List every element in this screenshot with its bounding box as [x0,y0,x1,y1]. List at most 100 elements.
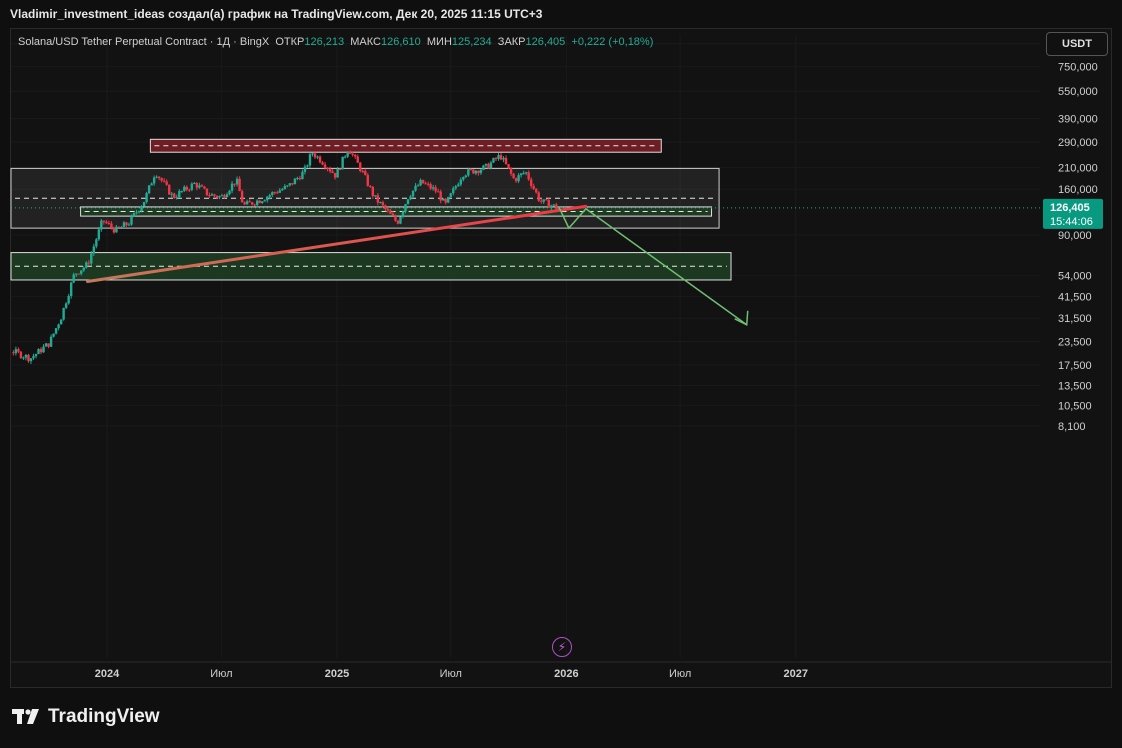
candle-body [361,170,364,172]
candle-body [82,267,85,271]
candle-body [535,188,538,193]
candle-body [401,211,405,217]
close-value: 126,405 [525,36,566,48]
candle-body [288,183,292,186]
candle-body [233,183,236,185]
candle-body [87,262,90,264]
candle-body [253,204,256,206]
candle-body [394,215,397,221]
candle-body [173,193,176,198]
candle-body [271,192,274,196]
candle-body [296,177,299,179]
x-tick-label: Июл [210,668,232,680]
candle-body [374,195,377,197]
candle-body [462,176,465,180]
candle-body [273,192,276,194]
candle-body [75,273,78,275]
candle-body [371,186,375,197]
y-tick-label: 550,000 [1058,86,1098,98]
candle-body [336,168,339,178]
y-tick-label: 23,500 [1058,336,1092,348]
candle-body [519,173,523,176]
candle-body [97,229,101,240]
candle-body [429,184,432,189]
candle-body [547,200,550,208]
candle-body [59,319,63,325]
candle-body [203,186,206,189]
candle-body [472,169,475,174]
candle-body [92,246,96,254]
candle-body [125,222,128,225]
countdown-timer: 15:44:06 [1050,216,1093,228]
candle-body [145,193,148,202]
candle-body [346,151,349,157]
y-tick-label: 17,500 [1058,360,1092,372]
candle-body [497,155,500,159]
candle-body [215,195,219,198]
brand-name: TradingView [48,706,160,727]
candle-body [286,185,289,187]
candle-body [19,351,23,358]
high-label: МАКС [350,36,381,48]
lightning-icon[interactable]: ⚡ [552,637,572,657]
candle-body [263,200,266,202]
candle-body [250,202,254,205]
candle-body [105,221,108,223]
candle-body [225,194,229,198]
ohlc-legend: Solana/USD Tether Perpetual Contract · 1… [18,36,653,48]
change-value: +0,222 (+0,18%) [571,36,654,48]
price-chart[interactable]: 70,59926,009126,40515:44:06 1000,000750,… [0,0,1122,748]
candle-body [386,209,390,211]
candle-body [17,349,20,352]
candle-body [157,176,161,179]
candle-body [311,153,314,155]
candle-body [54,328,58,334]
candle-body [449,193,452,198]
candle-body [205,188,209,196]
y-tick-label: 750,000 [1058,62,1098,74]
tradingview-logo[interactable]: TradingView [12,706,160,728]
candle-body [198,185,201,188]
candle-body [180,190,183,192]
candle-body [396,220,400,224]
candle-body [321,162,324,165]
y-tick-label: 8,100 [1058,421,1086,433]
candle-body [318,156,322,163]
candle-body [464,175,468,177]
candle-body [245,201,249,205]
candle-body [426,183,430,185]
candle-body [444,198,447,203]
candle-body [69,282,73,296]
candle-body [32,356,35,359]
candle-body [416,185,420,187]
candle-body [175,197,178,199]
candle-body [293,178,297,185]
y-tick-label: 54,000 [1058,270,1092,282]
open-label: ОТКР [275,36,305,48]
candle-body [147,185,151,194]
candle-body [85,262,88,268]
candle-body [112,227,116,233]
candle-body [540,200,543,202]
candle-body [190,183,194,190]
candle-body [155,176,158,178]
candle-body [391,213,395,216]
x-tick-label: Июл [669,668,691,680]
candle-body [57,324,60,329]
candle-body [283,186,287,190]
candle-body [95,239,98,247]
candle-body [268,195,271,197]
candle-body [376,195,380,203]
candle-body [504,157,508,165]
currency-button[interactable]: USDT [1046,32,1108,56]
candle-body [162,180,166,182]
symbol-name[interactable]: Solana/USD Tether Perpetual Contract · 1… [18,36,269,48]
low-label: МИН [426,36,452,48]
candle-body [399,216,402,224]
candle-body [457,184,460,187]
candle-body [200,185,204,187]
candle-body [44,343,48,347]
candle-body [266,196,269,201]
open-value: 126,213 [304,36,345,48]
candle-body [545,199,548,201]
